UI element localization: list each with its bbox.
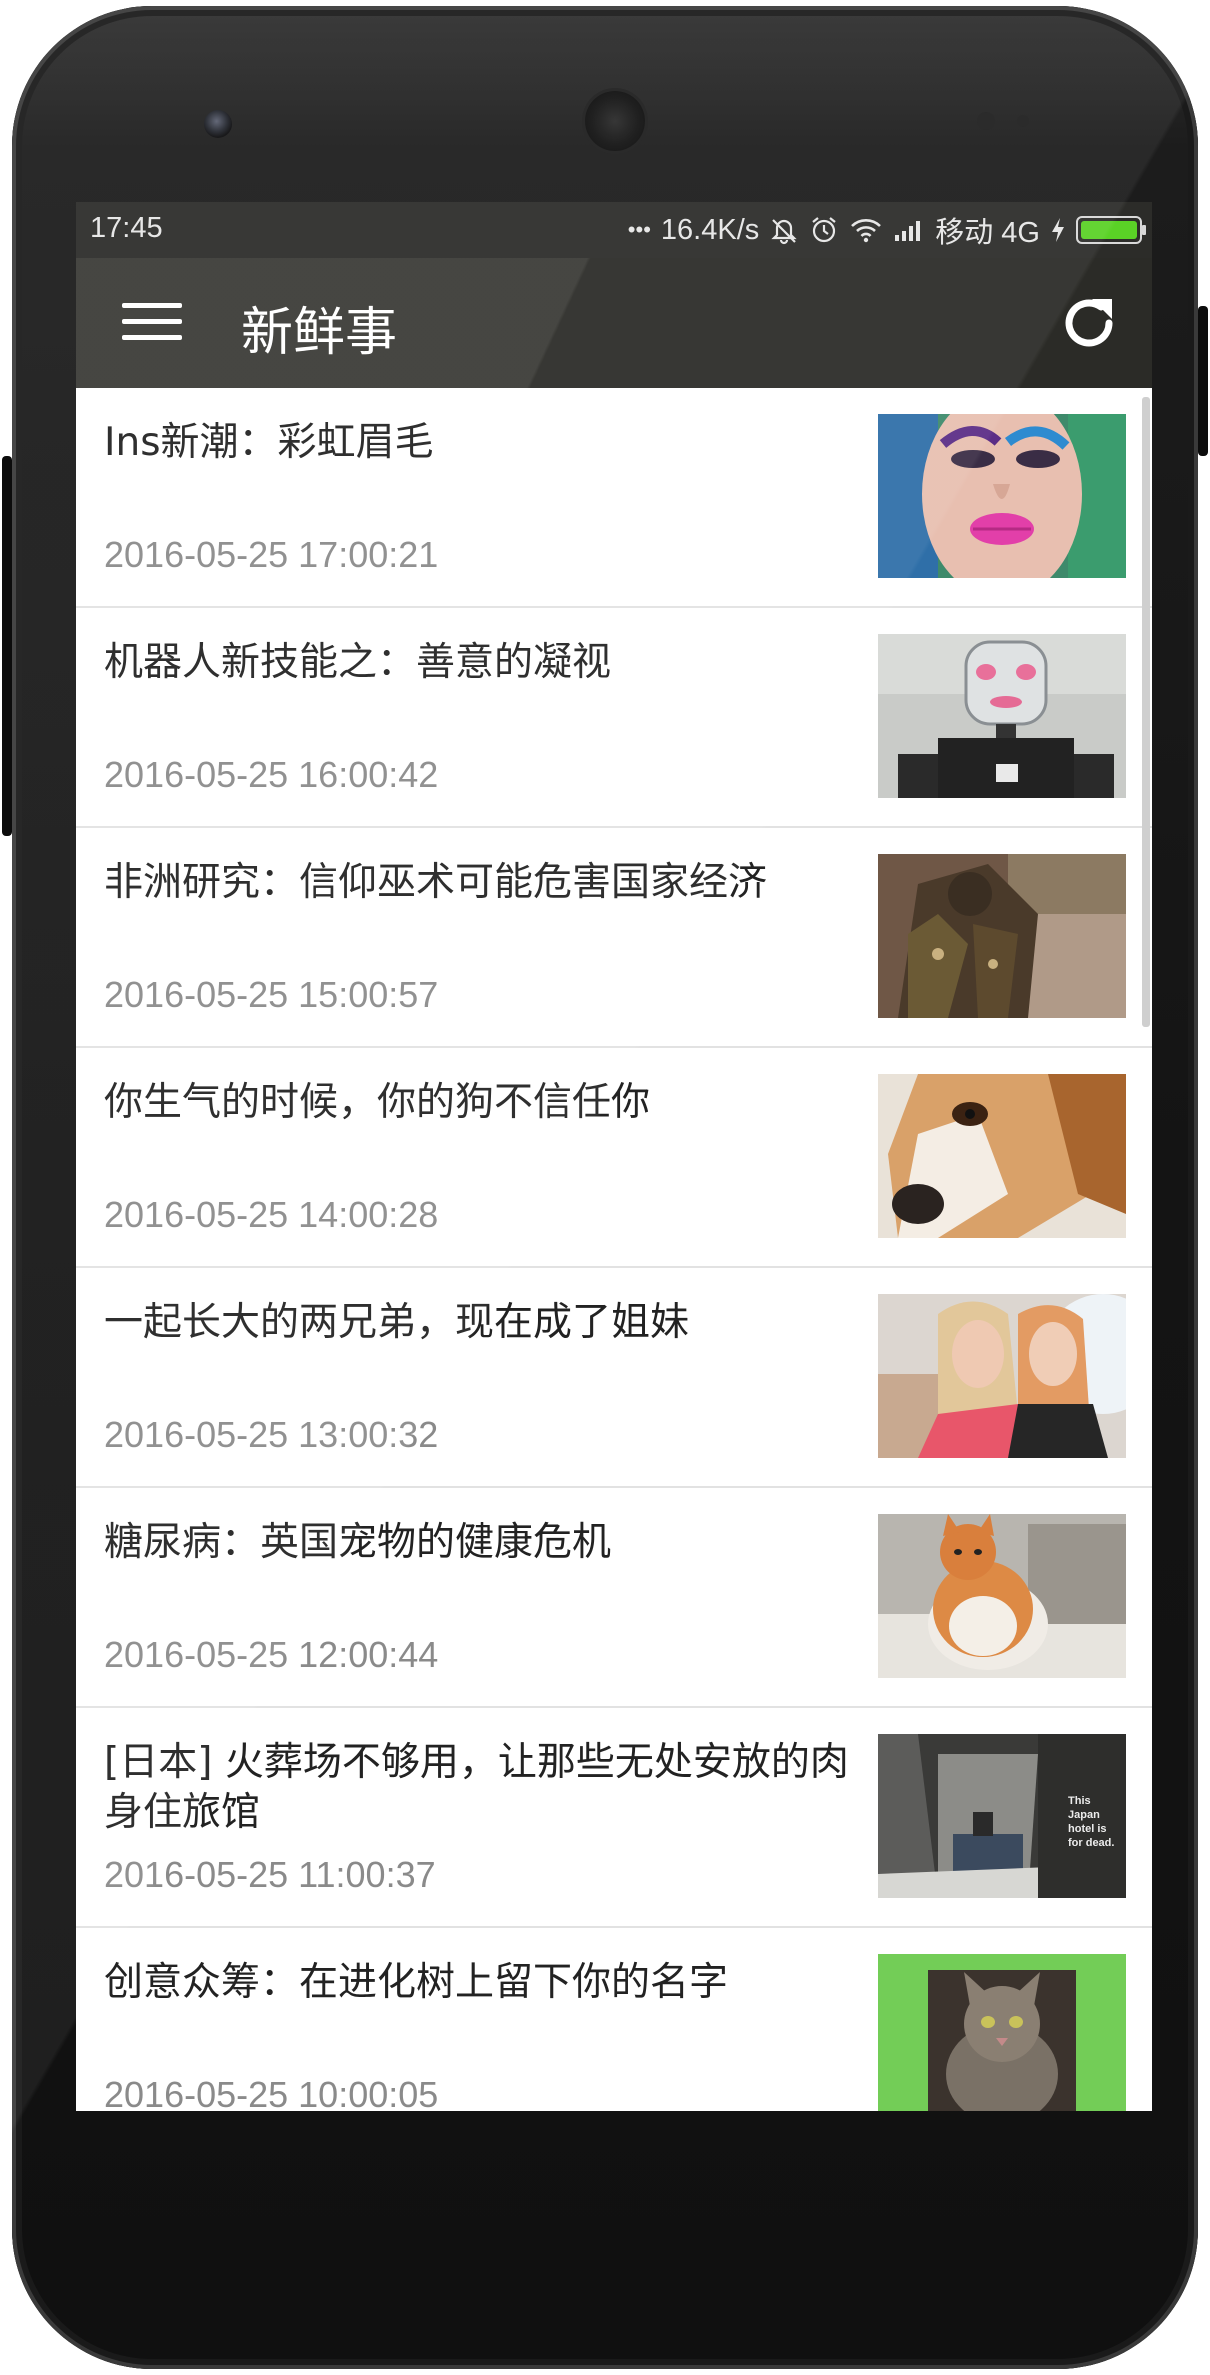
thumbnail-caption: This Japan hotel is for dead. (1068, 1795, 1115, 1849)
list-item[interactable]: [日本] 火葬场不够用，让那些无处安放的肉身住旅馆 2016-05-25 11:… (76, 1708, 1152, 1928)
earpiece-speaker (585, 91, 645, 151)
article-title: 机器人新技能之：善意的凝视 (104, 640, 612, 685)
article-thumbnail (878, 1954, 1126, 2111)
article-date: 2016-05-25 17:00:21 (104, 534, 439, 575)
light-sensor (1017, 115, 1029, 127)
proximity-sensor (977, 112, 995, 130)
article-thumbnail (878, 634, 1126, 798)
status-right: ••• 16.4K/s 移动 4G (627, 210, 1146, 250)
list-item[interactable]: 一起长大的两兄弟，现在成了姐妹 2016-05-25 13:00:32 (76, 1268, 1152, 1488)
list-item[interactable]: 机器人新技能之：善意的凝视 2016-05-25 16:00:42 (76, 608, 1152, 828)
carrier-label: 移动 4G (935, 217, 1040, 249)
article-date: 2016-05-25 13:00:32 (104, 1414, 439, 1455)
screen: 17:45 ••• 16.4K/s 移动 4G 新鲜事 Ins新潮：彩虹眉毛 2… (76, 202, 1152, 2111)
refresh-icon[interactable] (1056, 290, 1122, 356)
article-date: 2016-05-25 10:00:05 (104, 2074, 439, 2111)
article-date: 2016-05-25 11:00:37 (104, 1854, 436, 1895)
list-item[interactable]: 糖尿病：英国宠物的健康危机 2016-05-25 12:00:44 (76, 1488, 1152, 1708)
article-title: Ins新潮：彩虹眉毛 (104, 420, 434, 465)
app-bar: 新鲜事 (76, 258, 1152, 388)
volume-button (2, 456, 12, 836)
article-list: Ins新潮：彩虹眉毛 2016-05-25 17:00:21 机器人新技能之：善… (76, 388, 1152, 2111)
article-date: 2016-05-25 14:00:28 (104, 1194, 439, 1235)
alarm-icon (812, 217, 836, 243)
article-title: [日本] 火葬场不够用，让那些无处安放的肉身住旅馆 (104, 1740, 849, 1835)
article-thumbnail (878, 414, 1126, 578)
status-bar: 17:45 ••• 16.4K/s 移动 4G (76, 202, 1152, 258)
article-title: 非洲研究：信仰巫术可能危害国家经济 (104, 860, 768, 905)
menu-icon[interactable] (122, 303, 182, 349)
phone-frame: 17:45 ••• 16.4K/s 移动 4G 新鲜事 Ins新潮：彩虹眉毛 2… (2, 6, 1208, 2369)
scrollbar[interactable] (1142, 397, 1150, 1027)
article-title: 创意众筹：在进化树上留下你的名字 (104, 1960, 729, 2005)
mute-icon (771, 219, 797, 245)
list-item[interactable]: Ins新潮：彩虹眉毛 2016-05-25 17:00:21 (76, 388, 1152, 608)
article-date: 2016-05-25 16:00:42 (104, 754, 439, 795)
article-thumbnail (878, 1294, 1126, 1458)
status-time: 17:45 (90, 212, 163, 244)
battery-icon (1076, 216, 1146, 244)
page-title: 新鲜事 (241, 303, 398, 363)
front-camera (204, 110, 232, 138)
network-speed: 16.4K/s (660, 213, 760, 246)
article-title: 糖尿病：英国宠物的健康危机 (104, 1520, 612, 1565)
article-date: 2016-05-25 12:00:44 (104, 1634, 439, 1675)
list-item[interactable]: 你生气的时候，你的狗不信任你 2016-05-25 14:00:28 (76, 1048, 1152, 1268)
signal-icon (895, 221, 921, 241)
more-dots: ••• (627, 217, 651, 242)
power-button (1198, 306, 1208, 456)
wifi-icon (851, 219, 882, 243)
article-thumbnail (878, 854, 1126, 1018)
charging-icon (1052, 218, 1064, 242)
article-thumbnail (878, 1514, 1126, 1678)
list-item[interactable]: 非洲研究：信仰巫术可能危害国家经济 2016-05-25 15:00:57 (76, 828, 1152, 1048)
article-thumbnail (878, 1074, 1126, 1238)
article-title: 你生气的时候，你的狗不信任你 (104, 1080, 651, 1125)
article-title: 一起长大的两兄弟，现在成了姐妹 (104, 1300, 690, 1345)
article-date: 2016-05-25 15:00:57 (104, 974, 439, 1015)
article-thumbnail: This Japan hotel is for dead. (878, 1734, 1126, 1898)
list-item[interactable]: 创意众筹：在进化树上留下你的名字 2016-05-25 10:00:05 (76, 1928, 1152, 2111)
